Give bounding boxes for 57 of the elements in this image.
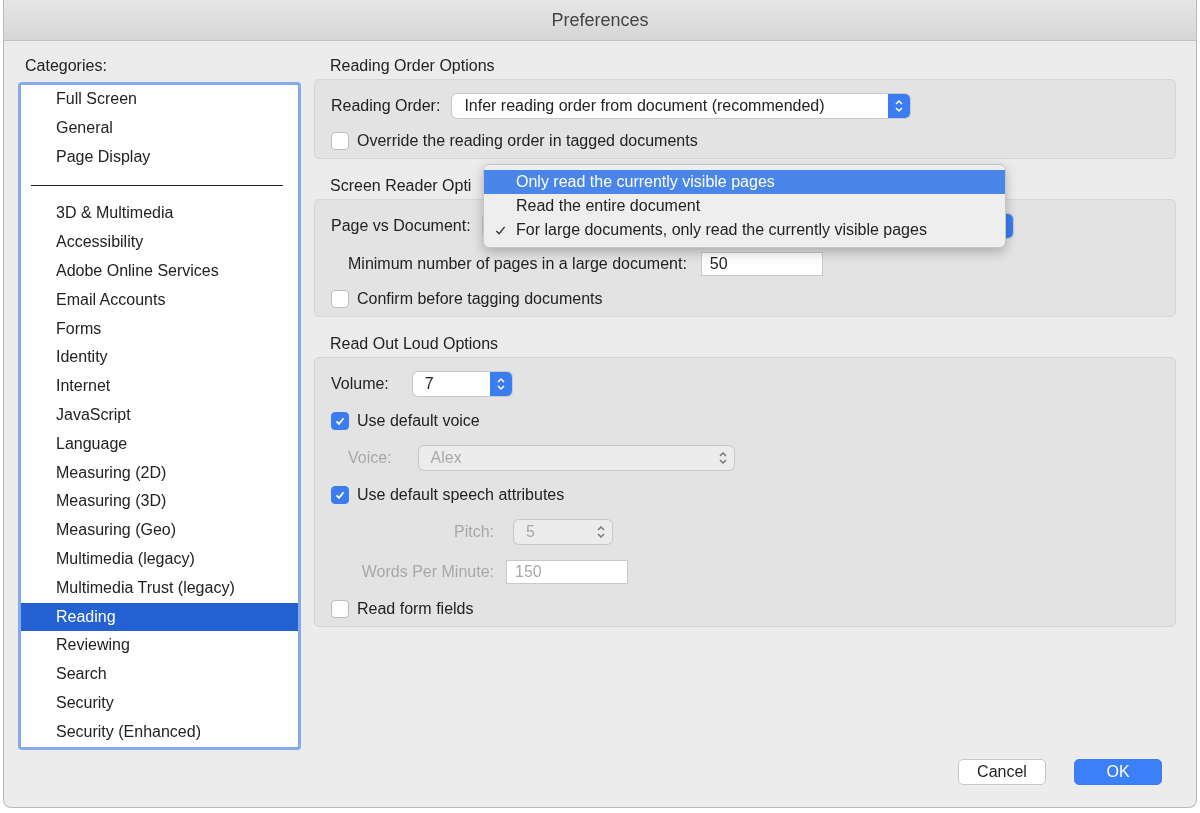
checkbox[interactable] [331,486,349,504]
checkbox-label: Confirm before tagging documents [357,290,603,308]
checkbox[interactable] [331,132,349,150]
field-label: Reading Order: [331,97,441,115]
categories-label: Categories: [24,57,108,75]
menu-item[interactable]: For large documents, only read the currently visible pages [484,218,1005,242]
pages-input[interactable]: 50 [700,252,823,276]
category-item[interactable]: Multimedia Trust (legacy) [21,573,298,603]
category-item[interactable]: Security [21,688,298,718]
category-item[interactable]: 3D & Multimedia [21,199,298,229]
section-heading: Reading Order Options [329,57,496,76]
cancel-button[interactable]: Cancel [958,759,1046,785]
category-item[interactable]: Internet [21,372,298,401]
category-item[interactable]: Adobe Online Services [21,257,298,286]
checkbox-label: Use default voice [357,412,480,430]
category-item[interactable]: JavaScript [21,400,298,430]
checkbox[interactable] [331,290,349,308]
field-label: Page vs Document: [331,217,471,235]
section-heading: Read Out Loud Options [329,335,500,354]
field-label: Voice: [348,449,392,467]
section-heading: Screen Reader Opti [329,177,473,196]
category-item[interactable]: Email Accounts [21,285,298,315]
checkbox-label: Override the reading order in tagged documents [357,132,698,150]
checkbox-label: Use default speech attributes [357,486,565,504]
checkbox[interactable] [331,412,349,430]
checkbox-label: Read form fields [357,600,474,618]
category-item[interactable]: Forms [21,314,298,344]
ok-button[interactable]: OK [1074,759,1162,785]
category-item[interactable]: Full Screen [21,85,298,114]
category-item[interactable]: Search [21,660,298,689]
reading-order-select[interactable]: Infer reading order from document (recommended) [452,94,911,118]
category-item[interactable]: Page Display [21,142,298,172]
field-label: Words Per Minute: [360,563,494,581]
menu-item[interactable]: Read the entire document [484,194,1005,218]
window-title: Preferences [551,9,649,31]
stepper-icon [888,94,911,118]
category-item[interactable]: Security (Enhanced) [21,717,298,747]
field-label: Minimum number of pages in a large document: [348,255,687,273]
field-label: Volume: [331,375,389,393]
category-item[interactable]: Reviewing [21,631,298,661]
category-item[interactable]: General [21,113,298,143]
field-label: Pitch: [453,523,494,541]
category-item[interactable]: Measuring (3D) [21,487,298,517]
menu-item[interactable]: Only read the currently visible pages [484,170,1005,194]
category-item[interactable]: Accessibility [21,228,298,257]
checkmark-icon [334,489,346,501]
volume-select[interactable]: 7 [412,372,512,396]
checkbox[interactable] [331,600,349,618]
category-item[interactable]: Multimedia (legacy) [21,544,298,574]
category-item[interactable]: Measuring (2D) [21,458,298,488]
stepper-icon [489,372,512,396]
category-item[interactable]: Language [21,429,298,459]
checkmark-icon [494,224,506,236]
category-item[interactable]: Measuring (Geo) [21,516,298,545]
category-item[interactable]: Identity [21,343,298,373]
checkmark-icon [334,415,346,427]
category-item[interactable]: Reading [21,602,298,632]
